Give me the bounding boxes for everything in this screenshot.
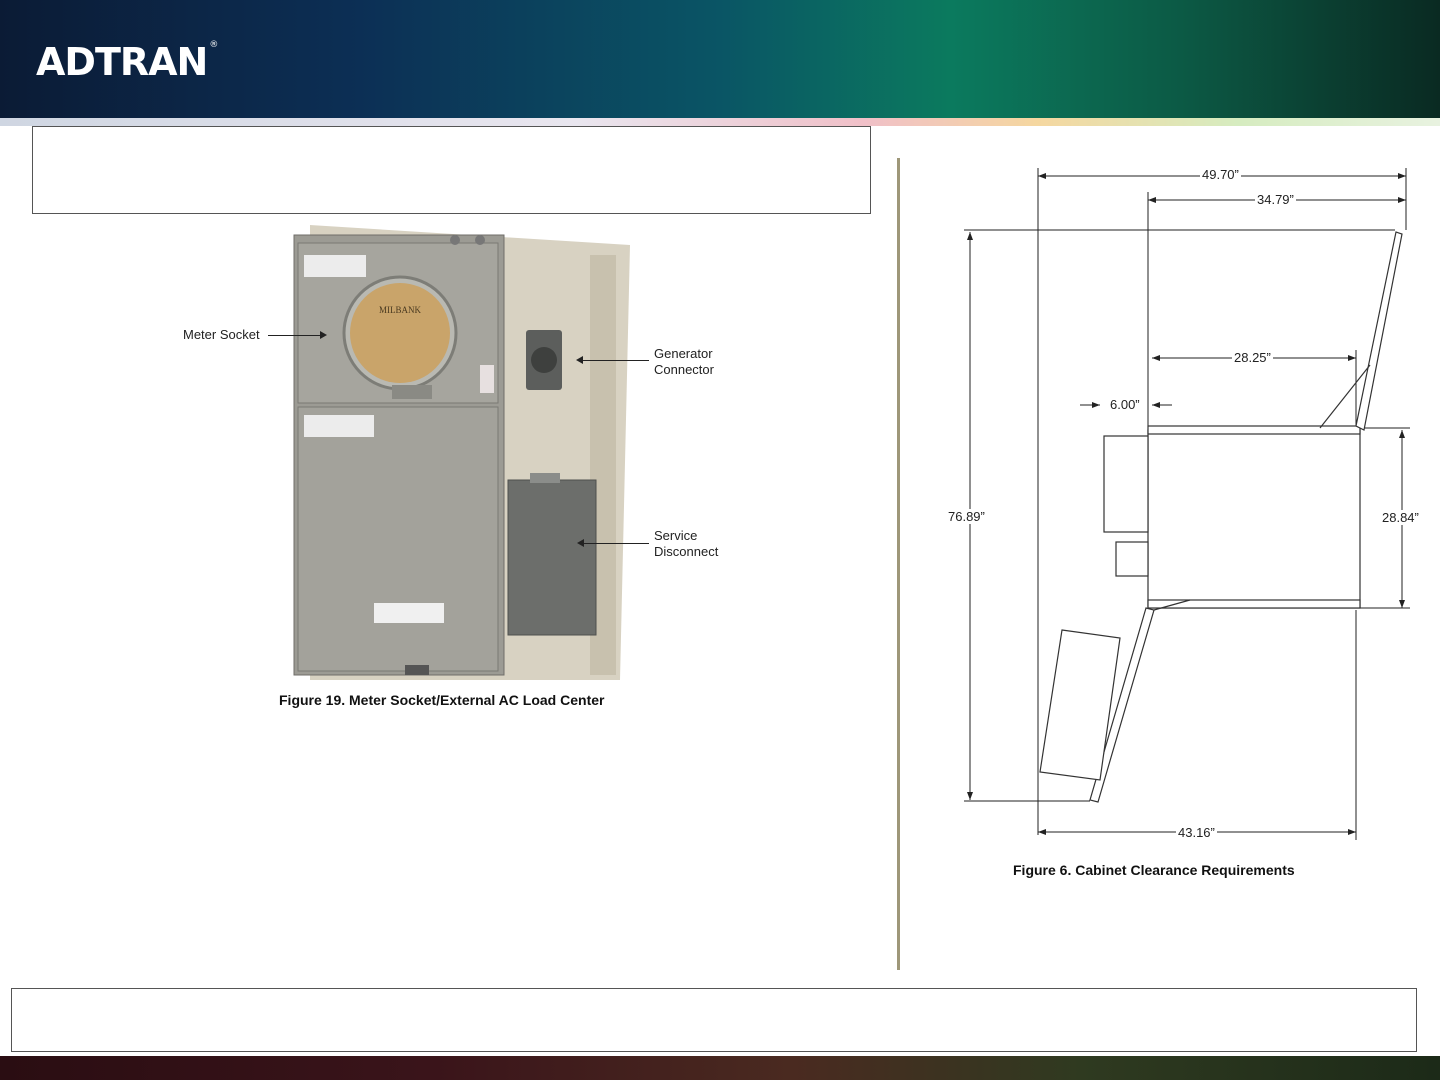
dim-overall-height: 76.89” xyxy=(946,509,987,524)
cabinet-clearance-drawing xyxy=(964,168,1410,840)
svg-text:MILBANK: MILBANK xyxy=(379,305,421,315)
header-accent-strip xyxy=(0,118,1440,126)
generator-connector-leader xyxy=(583,360,649,361)
adtran-logo: ADTRAN ® xyxy=(36,40,218,84)
figure-6-caption: Figure 6. Cabinet Clearance Requirements xyxy=(1013,862,1295,878)
meter-socket-arrow xyxy=(320,331,327,339)
figure-19-caption: Figure 19. Meter Socket/External AC Load… xyxy=(279,692,605,708)
service-disconnect-arrow xyxy=(577,539,584,547)
vertical-divider xyxy=(897,158,900,970)
meter-socket-label: Meter Socket xyxy=(183,327,260,342)
meter-socket-leader xyxy=(268,335,320,336)
dim-cabinet-depth: 28.25” xyxy=(1232,350,1273,365)
title-text-box[interactable] xyxy=(32,126,871,214)
dim-front-offset: 6.00” xyxy=(1108,397,1142,412)
generator-connector-label: Generator Connector xyxy=(654,346,714,377)
footer-banner xyxy=(0,1056,1440,1080)
dim-overall-width: 49.70” xyxy=(1200,167,1241,182)
generator-connector-arrow xyxy=(576,356,583,364)
dim-bottom-width: 43.16” xyxy=(1176,825,1217,840)
dim-cabinet-height: 28.84” xyxy=(1380,510,1421,525)
load-center-photo: MILBANK xyxy=(293,225,630,680)
dim-door-swing-width: 34.79” xyxy=(1255,192,1296,207)
service-disconnect-label: Service Disconnect xyxy=(654,528,719,559)
notes-text-box[interactable] xyxy=(11,988,1417,1052)
service-disconnect-leader xyxy=(584,543,649,544)
